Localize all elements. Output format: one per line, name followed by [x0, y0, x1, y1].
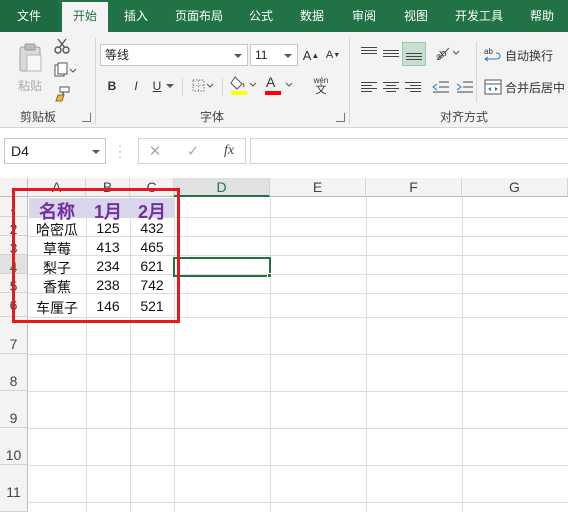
bold-button[interactable]: B: [104, 76, 120, 96]
column-header-f[interactable]: F: [366, 178, 462, 197]
gridline: [366, 197, 367, 512]
divider: [222, 78, 223, 96]
divider: [349, 38, 350, 124]
copy-icon[interactable]: [52, 60, 78, 80]
font-name-dropdown[interactable]: 等线: [100, 44, 248, 66]
merge-center-button[interactable]: 合并后居中: [484, 76, 568, 98]
cancel-icon[interactable]: ✕: [145, 141, 165, 161]
fill-color-icon[interactable]: [230, 72, 258, 98]
clipboard-group-label: 剪贴板: [20, 110, 57, 124]
column-header-g[interactable]: G: [462, 178, 568, 197]
gridline: [28, 465, 568, 466]
annotation-highlight-box: [12, 188, 180, 323]
wrap-text-label: 自动换行: [505, 48, 554, 63]
formula-buttons: ✕ ✓ fx: [138, 138, 246, 164]
tab-file[interactable]: 文件: [0, 0, 58, 32]
font-group-label: 字体: [200, 110, 225, 124]
tab-insert[interactable]: 插入: [114, 0, 158, 32]
row-header-9[interactable]: 9: [0, 391, 28, 428]
middle-align-icon[interactable]: [380, 42, 402, 64]
gridline: [28, 391, 568, 392]
borders-icon[interactable]: [190, 76, 216, 96]
decrease-font-size-icon[interactable]: A ▼: [324, 44, 342, 66]
column-header-e[interactable]: E: [270, 178, 366, 197]
gridline: [28, 428, 568, 429]
ribbon-tab-bar: 文件 开始 插入 页面布局 公式 数据 审阅 视图 开发工具 帮助: [0, 0, 568, 32]
align-center-icon[interactable]: [380, 76, 402, 98]
fill-handle[interactable]: [267, 273, 272, 278]
svg-text:A: A: [266, 74, 276, 90]
phonetic-guide-char: 文: [315, 83, 327, 96]
paste-label: 粘贴: [17, 78, 42, 93]
name-box-value: D4: [11, 143, 29, 159]
column-header-d[interactable]: D: [174, 178, 270, 197]
font-color-icon[interactable]: A: [264, 72, 296, 98]
insert-function-icon[interactable]: fx: [219, 141, 239, 161]
merge-center-icon: [484, 79, 502, 95]
ribbon: 粘贴 剪贴板 等线 11 A ▲ A ▼ B I U A wén 文 字体 ab…: [0, 32, 568, 128]
tab-page-layout[interactable]: 页面布局: [166, 0, 232, 32]
italic-button[interactable]: I: [128, 76, 144, 96]
format-painter-icon[interactable]: [52, 84, 72, 104]
font-name-value: 等线: [105, 48, 130, 62]
chevron-down-icon: [92, 150, 100, 154]
font-size-dropdown[interactable]: 11: [250, 44, 298, 66]
active-cell-selection[interactable]: [173, 257, 271, 277]
row-header-10[interactable]: 10: [0, 428, 28, 465]
tab-developer[interactable]: 开发工具: [446, 0, 512, 32]
decrease-indent-icon[interactable]: [430, 76, 452, 98]
worksheet-grid: A B C D E F G 1 2 3 4 5 6 7 8 9 10 11 名称…: [0, 178, 568, 512]
chevron-down-icon: [166, 84, 174, 88]
gridline: [28, 354, 568, 355]
phonetic-guide-button[interactable]: wén 文: [306, 72, 336, 100]
chevron-down-icon: [284, 54, 292, 58]
font-launcher-icon[interactable]: [336, 113, 345, 122]
merge-center-label: 合并后居中: [505, 80, 566, 95]
tab-help[interactable]: 帮助: [520, 0, 564, 32]
formula-input[interactable]: [250, 138, 568, 164]
clipboard-launcher-icon[interactable]: [82, 113, 91, 122]
svg-text:ab: ab: [484, 47, 493, 56]
increase-font-size-icon[interactable]: A ▲: [302, 44, 320, 66]
tab-formulas[interactable]: 公式: [240, 0, 282, 32]
row-header-8[interactable]: 8: [0, 354, 28, 391]
gridline: [462, 197, 463, 512]
clipboard-icon: [19, 43, 42, 71]
align-left-icon[interactable]: [358, 76, 380, 98]
orientation-icon[interactable]: ab: [432, 42, 464, 64]
name-box[interactable]: D4: [4, 138, 106, 164]
row-header-11[interactable]: 11: [0, 465, 28, 512]
enter-icon[interactable]: ✓: [183, 141, 203, 161]
font-size-value: 11: [255, 48, 268, 62]
alignment-group-label: 对齐方式: [440, 110, 489, 124]
chevron-down-icon: [234, 54, 242, 58]
align-right-icon[interactable]: [402, 76, 424, 98]
tab-home[interactable]: 开始: [62, 0, 108, 32]
divider: [95, 38, 96, 124]
bottom-align-icon[interactable]: [402, 42, 426, 66]
tab-review[interactable]: 审阅: [342, 0, 386, 32]
tab-view[interactable]: 视图: [394, 0, 438, 32]
underline-button[interactable]: U: [150, 76, 164, 96]
tab-data[interactable]: 数据: [290, 0, 334, 32]
gridline: [270, 197, 271, 512]
underline-dropdown[interactable]: [164, 76, 176, 96]
top-align-icon[interactable]: [358, 42, 380, 64]
paste-button[interactable]: 粘贴: [12, 38, 48, 98]
wrap-text-icon: ab: [484, 47, 501, 62]
divider: [182, 78, 183, 96]
gridline: [28, 502, 568, 503]
formula-bar-grip-icon: · · ·: [118, 138, 122, 164]
wrap-text-button[interactable]: ab 自动换行: [484, 44, 564, 66]
divider: [476, 42, 477, 102]
increase-indent-icon[interactable]: [454, 76, 476, 98]
cut-icon[interactable]: [52, 36, 72, 56]
formula-bar: D4 · · · ✕ ✓ fx: [0, 128, 568, 178]
